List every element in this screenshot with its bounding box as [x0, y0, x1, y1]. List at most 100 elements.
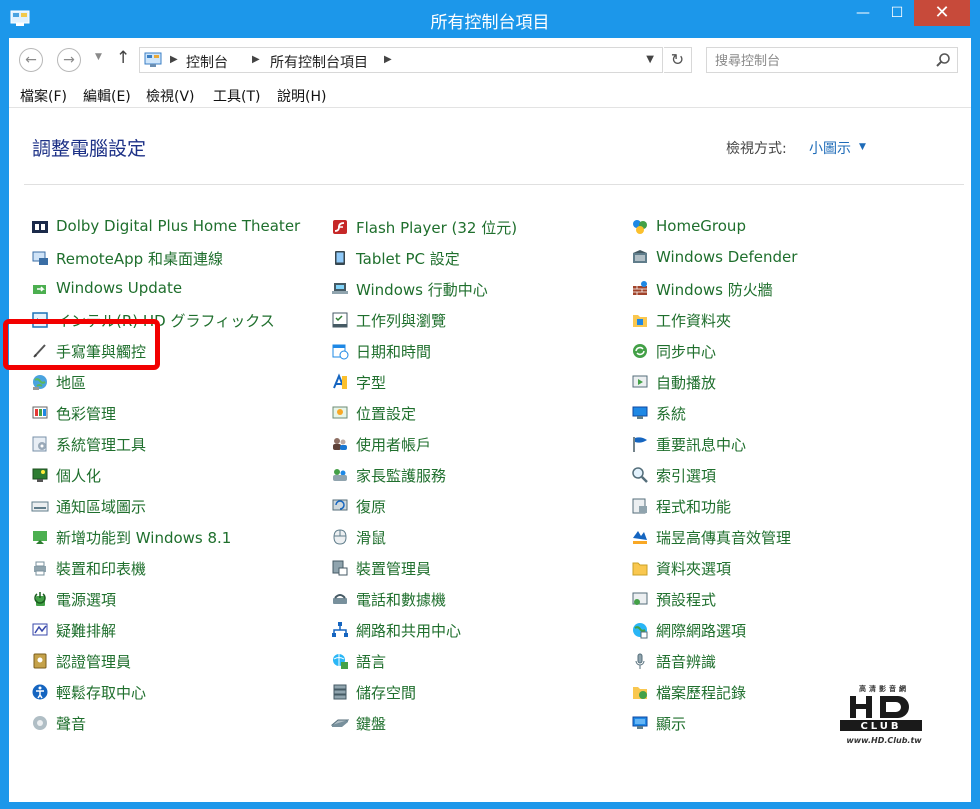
control-panel-item[interactable]: HomeGroup — [631, 216, 921, 240]
control-panel-item[interactable]: 語音辨識 — [631, 650, 921, 674]
control-panel-item[interactable]: 儲存空間 — [331, 681, 621, 705]
control-panel-item-label[interactable]: 網際網路選項 — [656, 620, 746, 641]
control-panel-item-label[interactable]: 輕鬆存取中心 — [56, 682, 146, 703]
control-panel-item[interactable]: 瑞昱高傳真音效管理 — [631, 526, 921, 550]
control-panel-item[interactable]: 系統 — [631, 402, 921, 426]
control-panel-item-label[interactable]: 色彩管理 — [56, 403, 116, 424]
control-panel-item-label[interactable]: 語音辨識 — [656, 651, 716, 672]
control-panel-item[interactable]: Tablet PC 設定 — [331, 247, 621, 271]
control-panel-item-label[interactable]: 程式和功能 — [656, 496, 731, 517]
control-panel-item[interactable]: 疑難排解 — [31, 619, 321, 643]
view-by-dropdown[interactable]: 小圖示 — [809, 138, 851, 158]
control-panel-item[interactable]: 日期和時間 — [331, 340, 621, 364]
control-panel-item-label[interactable]: 復原 — [356, 496, 386, 517]
control-panel-item-label[interactable]: 自動播放 — [656, 372, 716, 393]
control-panel-item[interactable]: 通知區域圖示 — [31, 495, 321, 519]
control-panel-item-label[interactable]: 工作列與瀏覽 — [356, 310, 446, 331]
control-panel-item[interactable]: 復原 — [331, 495, 621, 519]
minimize-button[interactable]: — — [848, 0, 878, 26]
control-panel-item-label[interactable]: 認證管理員 — [56, 651, 131, 672]
control-panel-item-label[interactable]: 裝置管理員 — [356, 558, 431, 579]
control-panel-item-label[interactable]: 滑鼠 — [356, 527, 386, 548]
control-panel-item[interactable]: 鍵盤 — [331, 712, 621, 736]
control-panel-item[interactable]: 電源選項 — [31, 588, 321, 612]
control-panel-item[interactable]: 工作列與瀏覽 — [331, 309, 621, 333]
control-panel-item[interactable]: Windows Defender — [631, 247, 921, 271]
search-icon[interactable] — [935, 52, 951, 68]
control-panel-item-label[interactable]: 使用者帳戶 — [356, 434, 431, 455]
control-panel-item[interactable]: Windows Update — [31, 278, 321, 302]
address-bar[interactable]: ▶ 控制台 ▶ 所有控制台項目 ▶ ▼ — [139, 47, 663, 73]
control-panel-item-label[interactable]: 檔案歷程記錄 — [656, 682, 746, 703]
control-panel-item[interactable]: 工作資料夾 — [631, 309, 921, 333]
control-panel-item-label[interactable]: 預設程式 — [656, 589, 716, 610]
control-panel-item-label[interactable]: 網路和共用中心 — [356, 620, 461, 641]
close-button[interactable]: ✕ — [914, 0, 970, 26]
address-history-chevron-down-icon[interactable]: ▼ — [646, 54, 654, 65]
breadcrumb-separator-icon[interactable]: ▶ — [170, 54, 178, 65]
control-panel-item[interactable]: 程式和功能 — [631, 495, 921, 519]
control-panel-item[interactable]: 滑鼠 — [331, 526, 621, 550]
control-panel-item-label[interactable]: 同步中心 — [656, 341, 716, 362]
control-panel-item-label[interactable]: 字型 — [356, 372, 386, 393]
control-panel-item-label[interactable]: 聲音 — [56, 713, 86, 734]
control-panel-item-label[interactable]: 鍵盤 — [356, 713, 386, 734]
control-panel-item-label[interactable]: 日期和時間 — [356, 341, 431, 362]
back-button[interactable]: ← — [19, 48, 43, 72]
title-bar[interactable]: 所有控制台項目 — ☐ ✕ — [0, 0, 980, 38]
forward-button[interactable]: → — [57, 48, 81, 72]
menu-help[interactable]: 說明(H) — [277, 86, 326, 106]
search-input[interactable] — [713, 51, 927, 71]
control-panel-item-label[interactable]: HomeGroup — [656, 217, 746, 235]
control-panel-item[interactable]: 預設程式 — [631, 588, 921, 612]
control-panel-item-label[interactable]: Windows 防火牆 — [656, 279, 773, 300]
control-panel-item[interactable]: 裝置和印表機 — [31, 557, 321, 581]
recent-locations-chevron-down-icon[interactable]: ▼ — [95, 52, 102, 62]
control-panel-item[interactable]: 輕鬆存取中心 — [31, 681, 321, 705]
control-panel-item-label[interactable]: 位置設定 — [356, 403, 416, 424]
control-panel-item-label[interactable]: 家長監護服務 — [356, 465, 446, 486]
control-panel-item-label[interactable]: Tablet PC 設定 — [356, 248, 460, 269]
breadcrumb-control-panel[interactable]: 控制台 — [186, 52, 228, 72]
control-panel-item[interactable]: 電話和數據機 — [331, 588, 621, 612]
control-panel-item-label[interactable]: 重要訊息中心 — [656, 434, 746, 455]
control-panel-item-label[interactable]: 索引選項 — [656, 465, 716, 486]
control-panel-item[interactable]: 語言 — [331, 650, 621, 674]
control-panel-item-label[interactable]: 瑞昱高傳真音效管理 — [656, 527, 791, 548]
control-panel-item-label[interactable]: 系統 — [656, 403, 686, 424]
control-panel-item[interactable]: 重要訊息中心 — [631, 433, 921, 457]
control-panel-item[interactable]: 家長監護服務 — [331, 464, 621, 488]
control-panel-item[interactable]: 同步中心 — [631, 340, 921, 364]
control-panel-item[interactable]: Windows 行動中心 — [331, 278, 621, 302]
control-panel-item[interactable]: 自動播放 — [631, 371, 921, 395]
control-panel-item-label[interactable]: RemoteApp 和桌面連線 — [56, 248, 223, 269]
menu-edit[interactable]: 編輯(E) — [83, 86, 131, 106]
control-panel-item-label[interactable]: 個人化 — [56, 465, 101, 486]
control-panel-item[interactable]: 系統管理工具 — [31, 433, 321, 457]
control-panel-item-label[interactable]: 電源選項 — [56, 589, 116, 610]
up-arrow-button[interactable]: ↑ — [116, 48, 130, 68]
control-panel-item[interactable]: 索引選項 — [631, 464, 921, 488]
control-panel-item[interactable]: 地區 — [31, 371, 321, 395]
control-panel-item-label[interactable]: 裝置和印表機 — [56, 558, 146, 579]
refresh-button[interactable]: ↻ — [664, 47, 692, 73]
breadcrumb-separator-icon[interactable]: ▶ — [252, 54, 260, 65]
control-panel-item-label[interactable]: Flash Player (32 位元) — [356, 217, 517, 238]
control-panel-item-label[interactable]: 工作資料夾 — [656, 310, 731, 331]
control-panel-item-label[interactable]: 新增功能到 Windows 8.1 — [56, 527, 231, 548]
control-panel-item[interactable]: 裝置管理員 — [331, 557, 621, 581]
control-panel-item-label[interactable]: 系統管理工具 — [56, 434, 146, 455]
control-panel-item-label[interactable]: Windows Defender — [656, 248, 797, 266]
control-panel-item[interactable]: 色彩管理 — [31, 402, 321, 426]
control-panel-item[interactable]: 網際網路選項 — [631, 619, 921, 643]
control-panel-item-label[interactable]: 資料夾選項 — [656, 558, 731, 579]
breadcrumb-separator-icon[interactable]: ▶ — [384, 54, 392, 65]
control-panel-item-label[interactable]: Dolby Digital Plus Home Theater — [56, 217, 300, 235]
control-panel-item[interactable]: 聲音 — [31, 712, 321, 736]
control-panel-item[interactable]: 網路和共用中心 — [331, 619, 621, 643]
control-panel-item-label[interactable]: 電話和數據機 — [356, 589, 446, 610]
control-panel-item[interactable]: Windows 防火牆 — [631, 278, 921, 302]
control-panel-item[interactable]: Dolby Digital Plus Home Theater — [31, 216, 321, 240]
control-panel-item[interactable]: 位置設定 — [331, 402, 621, 426]
control-panel-item-label[interactable]: Windows 行動中心 — [356, 279, 488, 300]
